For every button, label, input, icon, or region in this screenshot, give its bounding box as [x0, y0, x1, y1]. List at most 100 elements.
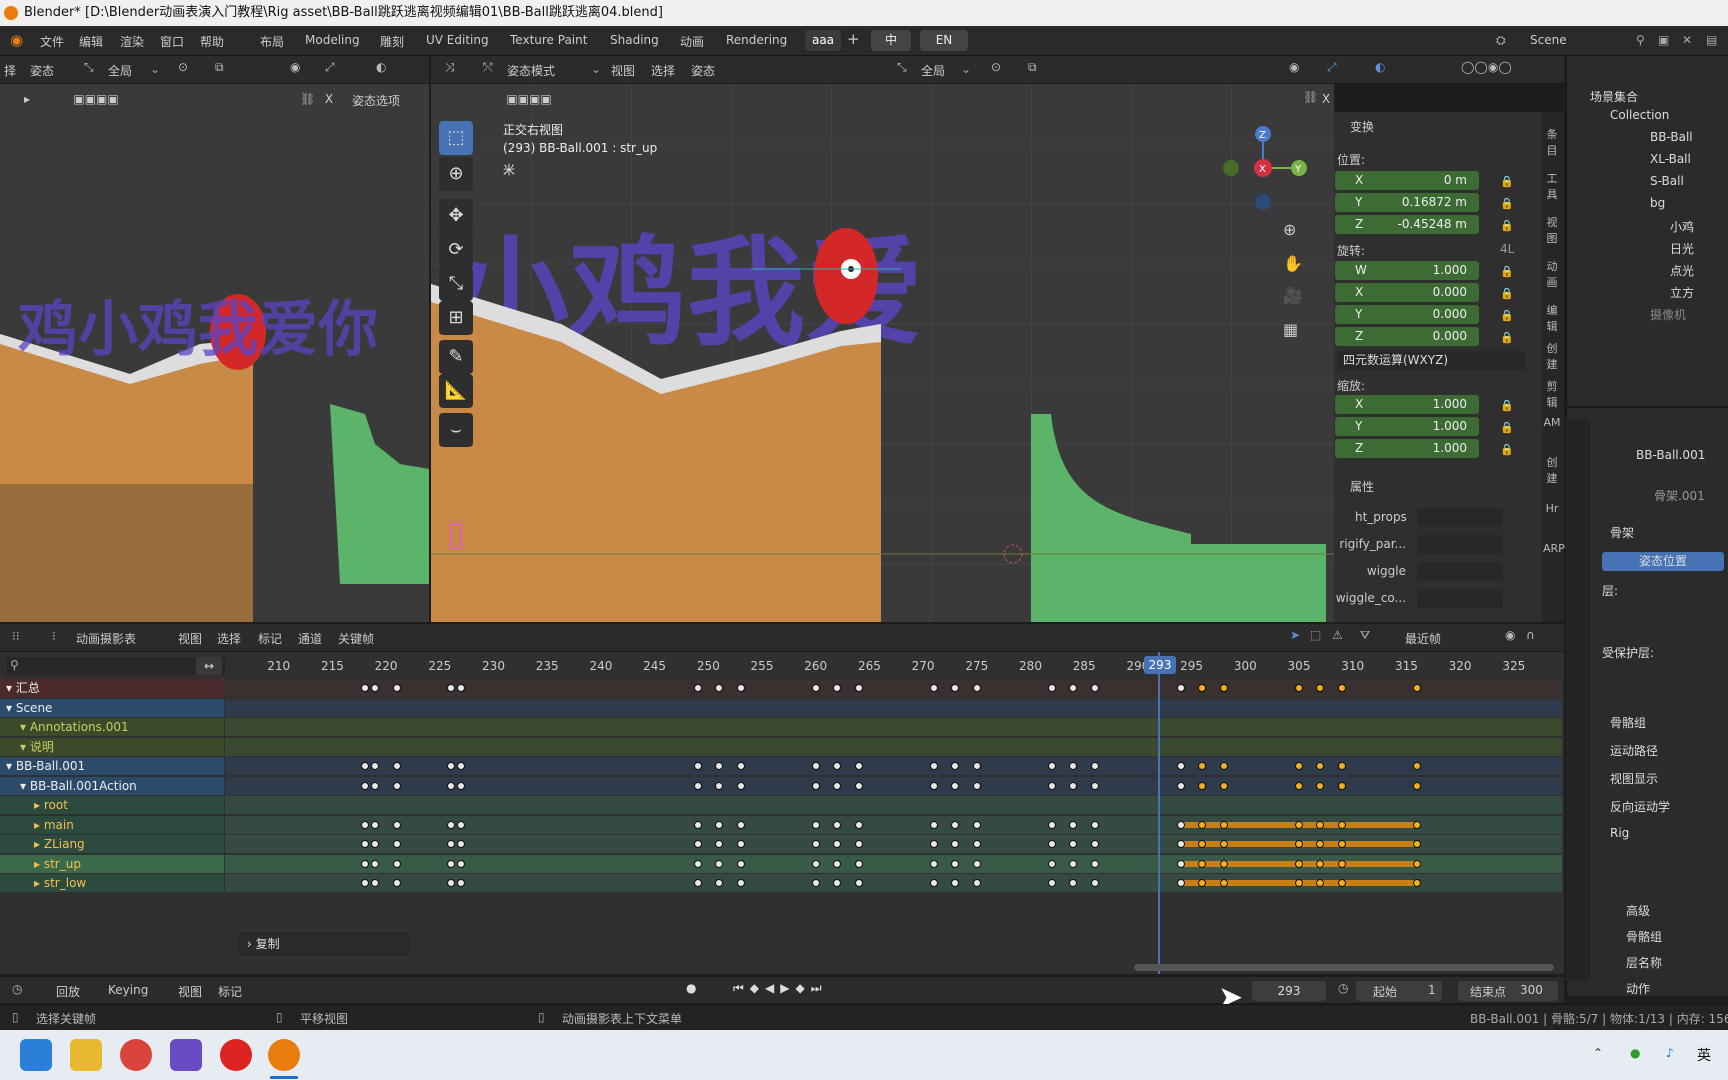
keyframe[interactable]: [446, 840, 455, 848]
keyframe[interactable]: [854, 781, 863, 790]
channel-row[interactable]: ▾ 说明: [0, 737, 224, 756]
expand-arrow-icon[interactable]: ▾: [6, 681, 16, 695]
zoom-icon[interactable]: ⊕: [1283, 220, 1296, 239]
keyframe[interactable]: [360, 840, 369, 848]
prop-skeleton-header[interactable]: 骨架: [1610, 524, 1634, 541]
main-pose-menu[interactable]: 姿态: [691, 62, 715, 79]
keyframe[interactable]: [1090, 840, 1099, 848]
prop-rig[interactable]: Rig: [1610, 826, 1629, 840]
outliner-collection[interactable]: Collection: [1610, 108, 1669, 122]
overlay-icon[interactable]: ◐: [376, 60, 386, 74]
rotation-y-field[interactable]: Y 0.000: [1335, 305, 1479, 324]
keyframe-selected[interactable]: [1413, 820, 1422, 829]
rotation-z-field[interactable]: Z 0.000: [1335, 327, 1479, 346]
location-x-field[interactable]: X0 m: [1335, 171, 1479, 190]
keyframe[interactable]: [371, 879, 380, 887]
keyframe[interactable]: [371, 840, 380, 848]
keyframe[interactable]: [972, 879, 981, 887]
tab-aaa[interactable]: aaa: [805, 30, 841, 51]
pan-hand-icon[interactable]: ✋: [1283, 254, 1303, 273]
tab-view[interactable]: 视图: [1543, 214, 1561, 246]
prop-armature-name[interactable]: 骨架.001: [1654, 487, 1705, 504]
keyframe[interactable]: [1090, 879, 1099, 887]
new-scene-icon[interactable]: ▣: [1658, 33, 1669, 47]
left-viewport[interactable]: ▸ ▣▣▣▣ ⛓ X 姿态选项 鸡小鸡我爱你: [0, 84, 429, 622]
lock-icon[interactable]: 🔒: [1500, 265, 1514, 278]
filter-icon[interactable]: ⛛: [1360, 628, 1370, 643]
keyframe-selected[interactable]: [1337, 840, 1346, 848]
tab-layout[interactable]: 布局: [260, 33, 284, 50]
keyframe[interactable]: [360, 879, 369, 887]
record-app-icon[interactable]: [220, 1039, 252, 1071]
keyframe-selected[interactable]: [1219, 684, 1228, 692]
keyframe[interactable]: [360, 781, 369, 790]
hidden-icon[interactable]: ⬚: [1310, 628, 1321, 642]
outliner-bb-ball[interactable]: BB-Ball: [1650, 130, 1693, 144]
keyframe[interactable]: [1176, 781, 1185, 790]
keyframe[interactable]: [833, 879, 842, 887]
keyframe-selected[interactable]: [1337, 859, 1346, 868]
keyframe[interactable]: [392, 762, 401, 770]
camera-view-icon[interactable]: 🎥: [1283, 286, 1303, 305]
cursor-tool-icon[interactable]: ⊕: [439, 157, 473, 191]
mic-icon[interactable]: ♪: [1666, 1046, 1674, 1060]
keyframe[interactable]: [929, 762, 938, 770]
keyframe[interactable]: [715, 781, 724, 790]
keyframe[interactable]: [392, 684, 401, 692]
prop-viewport-display[interactable]: 视图显示: [1610, 770, 1658, 787]
keyframe[interactable]: [811, 840, 820, 848]
keyframe[interactable]: [736, 781, 745, 790]
keyframe[interactable]: [1047, 781, 1056, 790]
prop-motion-paths[interactable]: 运动路径: [1610, 742, 1658, 759]
outliner-camera[interactable]: 摄像机: [1650, 306, 1686, 323]
keyframe[interactable]: [1069, 879, 1078, 887]
keyframe[interactable]: [715, 859, 724, 868]
blender-taskbar-icon[interactable]: [268, 1039, 300, 1071]
expand-arrow-icon[interactable]: ▾: [20, 720, 30, 734]
select-tool-icon[interactable]: ⬚: [439, 121, 473, 155]
keyframe[interactable]: [1176, 859, 1185, 868]
keyframe[interactable]: [693, 684, 702, 692]
tl-marker-menu[interactable]: 标记: [218, 983, 242, 1000]
keyframe[interactable]: [929, 840, 938, 848]
keyframe[interactable]: [446, 762, 455, 770]
keyframe[interactable]: [457, 859, 466, 868]
keyframe-selected[interactable]: [1219, 762, 1228, 770]
expand-arrow-icon[interactable]: ▸: [34, 818, 44, 832]
main-select-menu[interactable]: 选择: [651, 62, 675, 79]
current-frame-field[interactable]: 293: [1252, 981, 1326, 1001]
mode-dropdown[interactable]: 姿态模式: [507, 62, 555, 79]
measure-tool-icon[interactable]: 📐: [439, 374, 473, 408]
channel-row[interactable]: ▾ Annotations.001: [0, 718, 224, 736]
properties-header[interactable]: 属性: [1350, 478, 1374, 495]
left-global-dropdown[interactable]: 全局: [108, 62, 132, 79]
channel-row[interactable]: ▸ root: [0, 796, 224, 814]
outliner-s-ball[interactable]: S-Ball: [1650, 174, 1684, 188]
keyframe[interactable]: [811, 820, 820, 829]
tab-clip[interactable]: 剪辑: [1543, 378, 1561, 410]
prop-ik[interactable]: 反向运动学: [1610, 798, 1670, 815]
outliner-pointlight[interactable]: 点光: [1670, 262, 1694, 279]
keyframe[interactable]: [371, 820, 380, 829]
main-viewport[interactable]: 小鸡我爱 Z Y X ▣▣▣▣ ⛓ X ⬚ ⊕ ✥ ⟳ ⤡ ⊞ ✎ 📐 ⌣ ▯ …: [431, 84, 1334, 622]
keyframe[interactable]: [854, 859, 863, 868]
keyframe-selected[interactable]: [1198, 684, 1207, 692]
keyframe[interactable]: [1047, 840, 1056, 848]
file-explorer-icon[interactable]: [70, 1039, 102, 1071]
keyframe[interactable]: [951, 762, 960, 770]
keyframe-selected[interactable]: [1337, 820, 1346, 829]
ortho-grid-icon[interactable]: ▦: [1283, 320, 1298, 339]
channel-row[interactable]: ▸ ZLiang: [0, 835, 224, 853]
main-global-dropdown[interactable]: 全局: [921, 62, 945, 79]
keyframe[interactable]: [972, 684, 981, 692]
keyframe[interactable]: [951, 684, 960, 692]
keyframe-selected[interactable]: [1219, 859, 1228, 868]
keyframe-selected[interactable]: [1413, 781, 1422, 790]
playback-dropdown[interactable]: 回放: [56, 983, 80, 1000]
main-snap-icon[interactable]: ⧉: [1028, 60, 1037, 75]
keyframe-selected[interactable]: [1337, 781, 1346, 790]
keyframe[interactable]: [392, 840, 401, 848]
tab-anim[interactable]: 动画: [1543, 258, 1561, 290]
rigify-field[interactable]: [1417, 535, 1503, 554]
keyframe[interactable]: [392, 781, 401, 790]
